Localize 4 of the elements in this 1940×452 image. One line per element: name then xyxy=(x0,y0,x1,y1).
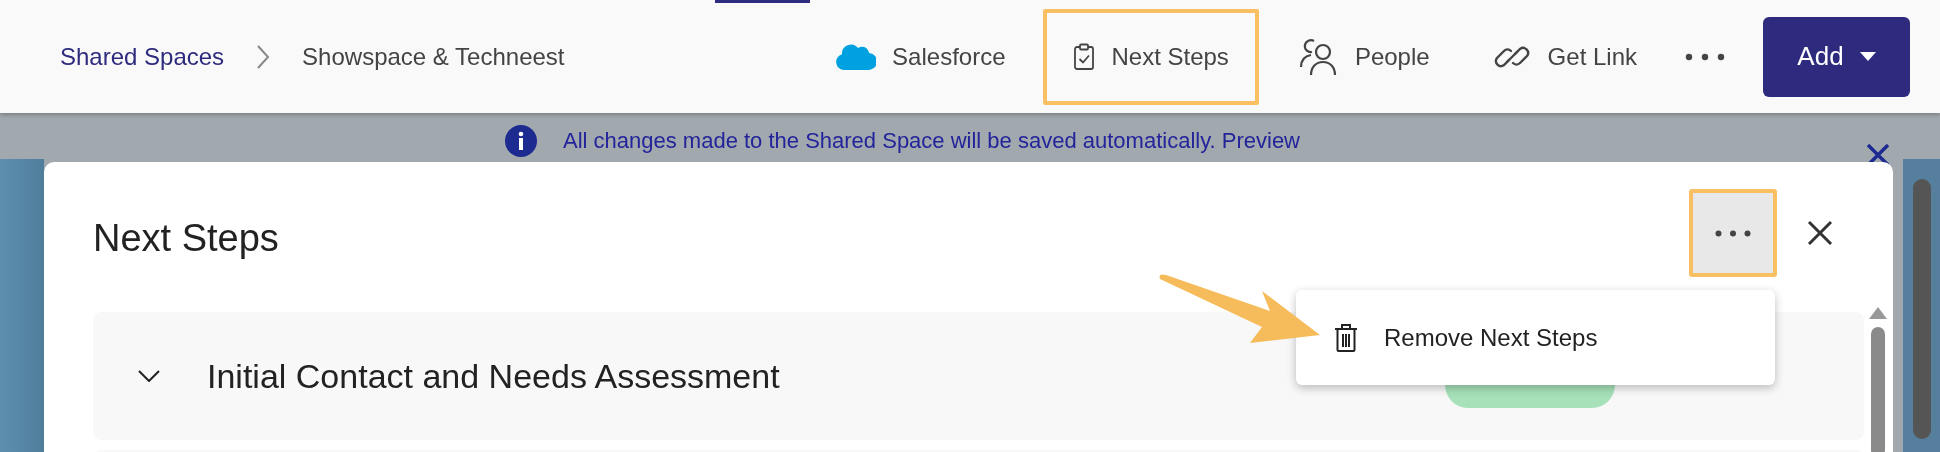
section-title: Initial Contact and Needs Assessment xyxy=(207,356,780,396)
banner-message: All changes made to the Shared Space will be saved automatically. xyxy=(563,128,1216,153)
breadcrumb-current: Showspace & Techneest xyxy=(302,42,565,71)
dialog-title: Next Steps xyxy=(93,216,280,260)
